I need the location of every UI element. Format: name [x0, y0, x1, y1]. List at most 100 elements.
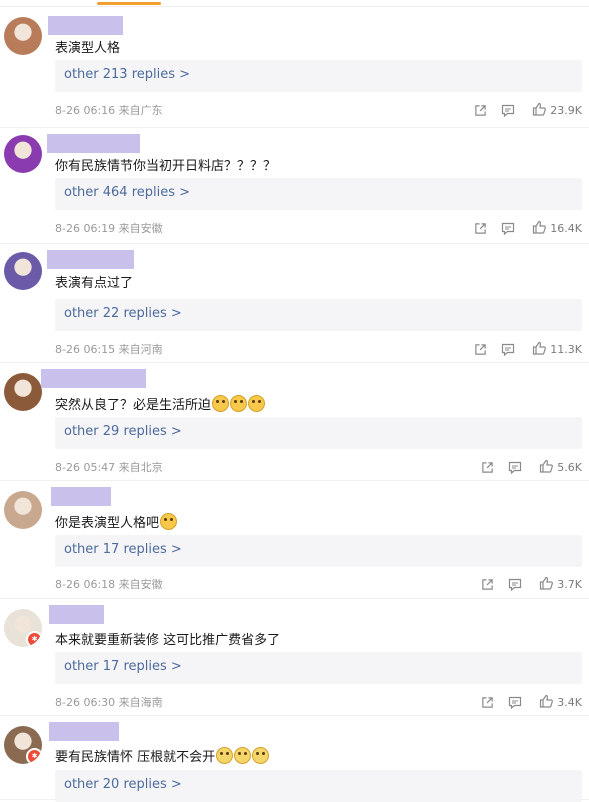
more-replies-button[interactable]: other 29 replies > [55, 417, 582, 449]
username-placeholder[interactable] [49, 722, 119, 741]
comment-actions: 5.6K [467, 459, 582, 475]
username-placeholder[interactable] [41, 369, 146, 388]
like-button[interactable]: 23.9K [529, 102, 582, 119]
comment-actions: 3.4K [467, 694, 582, 710]
more-replies-label: other 20 replies > [64, 777, 182, 792]
more-replies-label: other 17 replies > [64, 542, 182, 557]
top-tab-rule [0, 0, 589, 7]
doge-emoji-icon [230, 395, 248, 412]
verified-badge-icon: ✱ [26, 631, 42, 647]
smile-emoji-icon [234, 747, 252, 764]
like-count: 3.4K [557, 695, 582, 709]
thumbs-up-icon [539, 694, 554, 711]
more-replies-label: other 464 replies > [64, 185, 191, 200]
username-placeholder[interactable] [47, 250, 134, 269]
comment-text-content: 表演有点过了 [55, 276, 134, 291]
comment-text: 表演型人格 [55, 37, 120, 56]
avatar[interactable]: ✱ [4, 609, 42, 647]
thumbs-up-icon [532, 102, 547, 119]
share-icon[interactable] [481, 578, 494, 591]
doge-emoji-icon [248, 395, 266, 412]
more-replies-label: other 22 replies > [64, 306, 182, 321]
thumbs-up-icon [532, 220, 547, 237]
comment-item: 突然从良了？必是生活所迫 other 29 replies > 8-26 05:47… [0, 362, 589, 481]
avatar[interactable] [4, 17, 42, 55]
comment-text: 突然从良了？必是生活所迫 [55, 394, 266, 413]
comment-meta: 8-26 05:47 来自北京 [55, 461, 163, 474]
doge-emoji-icon [212, 395, 230, 412]
active-tab-indicator [97, 2, 161, 5]
doge-emoji-icon [160, 513, 178, 530]
more-replies-button[interactable]: other 20 replies > [55, 770, 582, 802]
like-count: 11.3K [550, 342, 582, 356]
like-button[interactable]: 11.3K [529, 341, 582, 358]
comment-text: 你是表演型人格吧 [55, 512, 178, 531]
share-icon[interactable] [474, 222, 487, 235]
comment-icon[interactable] [508, 578, 522, 591]
comment-item: 表演型人格 other 213 replies > 8-26 06:16 来自广东 2… [0, 9, 589, 128]
comment-icon[interactable] [508, 696, 522, 709]
thumbs-up-icon [539, 459, 554, 476]
share-icon[interactable] [474, 343, 487, 356]
comment-icon[interactable] [508, 461, 522, 474]
username-placeholder[interactable] [49, 605, 104, 624]
comment-text-content: 你是表演型人格吧 [55, 516, 160, 531]
avatar[interactable] [4, 252, 42, 290]
avatar[interactable] [4, 135, 42, 173]
comment-item: 你有民族情节你当初开日料店？？？？ other 464 replies > 8-26… [0, 127, 589, 244]
share-icon[interactable] [474, 104, 487, 117]
comment-actions: 23.9K [460, 102, 582, 118]
more-replies-button[interactable]: other 17 replies > [55, 535, 582, 567]
like-button[interactable]: 5.6K [536, 459, 582, 476]
like-count: 16.4K [550, 221, 582, 235]
comment-text-content: 你有民族情节你当初开日料店？？？？ [55, 159, 277, 174]
comment-meta: 8-26 06:15 来自河南 [55, 343, 163, 356]
comment-icon[interactable] [501, 343, 515, 356]
share-icon[interactable] [481, 696, 494, 709]
more-replies-button[interactable]: other 17 replies > [55, 652, 582, 684]
comment-text-content: 突然从良了？必是生活所迫 [55, 398, 212, 413]
comment-actions: 16.4K [460, 220, 582, 236]
comment-meta: 8-26 06:18 来自安徽 [55, 578, 163, 591]
comment-meta: 8-26 06:16 来自广东 [55, 104, 163, 117]
username-placeholder[interactable] [51, 487, 111, 506]
comment-text: 本来就要重新装修 这可比推广费省多了 [55, 629, 280, 648]
comment-meta: 8-26 06:19 来自安徽 [55, 222, 163, 235]
comment-text: 你有民族情节你当初开日料店？？？？ [55, 155, 276, 174]
more-replies-label: other 213 replies > [64, 67, 191, 82]
comment-item: ✱ 本来就要重新装修 这可比推广费省多了 other 17 replies > 8-2… [0, 598, 589, 716]
comment-text-content: 表演型人格 [55, 41, 121, 56]
comment-actions: 3.7K [467, 576, 582, 592]
comment-actions: 11.3K [460, 341, 582, 357]
comment-item: 表演有点过了 other 22 replies > 8-26 06:15 来自河南 1… [0, 243, 589, 363]
comment-icon[interactable] [501, 222, 515, 235]
comment-icon[interactable] [501, 104, 515, 117]
thumbs-up-icon [532, 341, 547, 358]
more-replies-label: other 17 replies > [64, 659, 182, 674]
username-placeholder[interactable] [48, 16, 123, 35]
avatar[interactable] [4, 373, 42, 411]
thumbs-up-icon [539, 576, 554, 593]
smile-emoji-icon [252, 747, 270, 764]
more-replies-button[interactable]: other 22 replies > [55, 299, 582, 331]
avatar[interactable] [4, 491, 42, 529]
like-button[interactable]: 16.4K [529, 220, 582, 237]
avatar[interactable]: ✱ [4, 726, 42, 764]
comment-text: 要有民族情怀 压根就不会开 [55, 746, 270, 765]
comment-text-content: 本来就要重新装修 这可比推广费省多了 [55, 633, 281, 648]
like-button[interactable]: 3.4K [536, 694, 582, 711]
more-replies-label: other 29 replies > [64, 424, 182, 439]
smile-emoji-icon [216, 747, 234, 764]
username-placeholder[interactable] [47, 134, 140, 153]
like-count: 23.9K [550, 103, 582, 117]
verified-badge-icon: ✱ [26, 748, 42, 764]
like-count: 5.6K [557, 460, 582, 474]
comment-meta: 8-26 06:30 来自海南 [55, 696, 163, 709]
more-replies-button[interactable]: other 213 replies > [55, 60, 582, 92]
like-button[interactable]: 3.7K [536, 576, 582, 593]
like-count: 3.7K [557, 577, 582, 591]
more-replies-button[interactable]: other 464 replies > [55, 178, 582, 210]
comment-item: ✱ 要有民族情怀 压根就不会开 other 20 replies > [0, 715, 589, 802]
comment-text: 表演有点过了 [55, 272, 133, 291]
share-icon[interactable] [481, 461, 494, 474]
